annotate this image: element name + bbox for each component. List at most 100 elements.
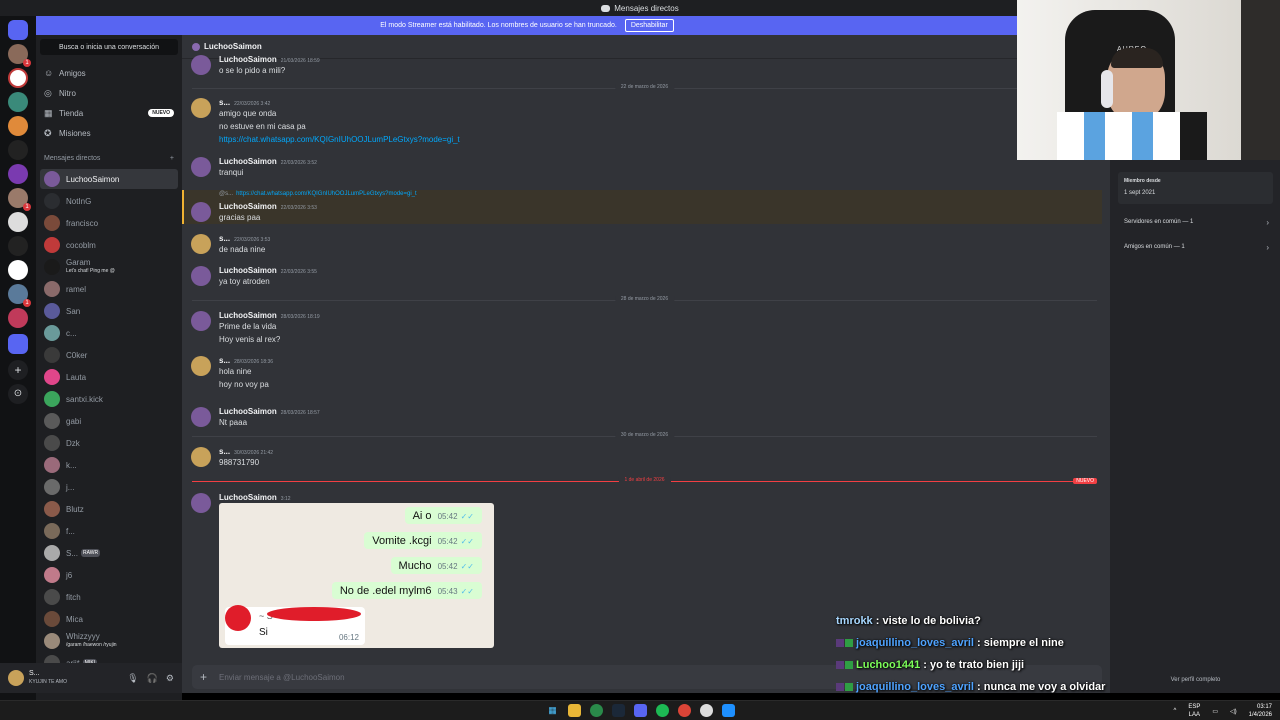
server-icon[interactable]: 1 <box>8 284 31 307</box>
message-author[interactable]: LuchooSaimon 28/03/2026 18:19 <box>219 311 320 320</box>
avatar[interactable] <box>191 493 211 513</box>
message-author[interactable]: s... 28/03/2026 18:36 <box>219 356 273 365</box>
home-dm-button[interactable] <box>8 20 28 40</box>
avatar[interactable] <box>8 670 24 686</box>
message-author[interactable]: s... 30/03/2026 21:42 <box>219 447 273 456</box>
avatar[interactable] <box>191 266 211 286</box>
clock[interactable]: 03:17 1/4/2026 <box>1249 703 1272 719</box>
mutual-friends-row[interactable]: Amigos en común — 1 › <box>1118 237 1273 257</box>
chrome-alt-icon[interactable] <box>678 704 691 717</box>
message-author[interactable]: s... 22/03/2026 3:53 <box>219 234 270 243</box>
dm-item[interactable]: santxi.kick <box>40 389 178 409</box>
dm-item[interactable]: Dzk <box>40 433 178 453</box>
network-icon[interactable]: ▭ <box>1212 708 1218 715</box>
windows-start-icon[interactable]: ▦ <box>546 704 559 717</box>
discover-icon[interactable]: ⊙ <box>8 384 28 404</box>
dm-item[interactable]: Whizzyyy/garam /haewon /ryujin <box>40 631 178 651</box>
server-icon[interactable] <box>8 236 28 256</box>
message-link[interactable]: https://chat.whatsapp.com/KQIGnIUhOOJLum… <box>219 135 460 144</box>
avatar[interactable] <box>191 407 211 427</box>
dm-item[interactable]: Garam Let's chat! Ping me @ <box>40 257 178 277</box>
nav-nitro[interactable]: ◎ Nitro <box>44 85 174 101</box>
dm-item[interactable]: Blutz <box>40 499 178 519</box>
message-author[interactable]: LuchooSaimon 21/03/2026 18:59 <box>219 55 320 64</box>
dm-item[interactable]: j... <box>40 477 178 497</box>
view-full-profile-link[interactable]: Ver perfil completo <box>1118 677 1273 683</box>
server-icon[interactable] <box>8 68 28 88</box>
chrome-icon[interactable] <box>590 704 603 717</box>
nav-friends[interactable]: ☺ Amigos <box>44 65 174 81</box>
dm-item[interactable]: San <box>40 301 178 321</box>
tag-badge: RAWR <box>81 549 101 557</box>
discord-taskbar-icon[interactable] <box>634 704 647 717</box>
headphones-icon[interactable]: 🎧 <box>147 673 158 684</box>
server-icon[interactable] <box>8 334 28 354</box>
dm-item[interactable]: C0ker <box>40 345 178 365</box>
dm-item[interactable]: f... <box>40 521 178 541</box>
avatar[interactable] <box>191 447 211 467</box>
image-attachment[interactable]: Ai o 05:42 ✓✓ Vomite .kcgi 05:42 ✓✓ Mucho 05:… <box>219 503 494 648</box>
avatar[interactable] <box>191 157 211 177</box>
file-explorer-icon[interactable] <box>568 704 581 717</box>
avatar <box>44 567 60 583</box>
dm-item[interactable]: Mica <box>40 609 178 629</box>
server-icon[interactable] <box>8 92 28 112</box>
message-author[interactable]: LuchooSaimon 28/03/2026 18:57 <box>219 407 320 416</box>
message-author[interactable]: LuchooSaimon 22/03/2026 3:53 <box>219 202 317 211</box>
avatar[interactable] <box>191 98 211 118</box>
dm-item[interactable]: fitch <box>40 587 178 607</box>
server-icon[interactable] <box>8 260 28 280</box>
stream-chat-line: joaquillino_loves_avril : nunca me voy a… <box>836 677 1136 697</box>
server-icon[interactable] <box>8 116 28 136</box>
server-icon[interactable] <box>8 164 28 184</box>
avatar[interactable] <box>191 311 211 331</box>
message-author[interactable]: LuchooSaimon 22/03/2026 3:52 <box>219 157 317 166</box>
add-attachment-icon[interactable]: + <box>200 670 207 684</box>
language-indicator[interactable]: ESP LAA <box>1188 703 1200 719</box>
disable-streamer-button[interactable]: Deshabilitar <box>624 19 674 32</box>
microphone-icon[interactable]: 🎙 <box>127 673 138 684</box>
nav-quests[interactable]: ✪ Misiones <box>44 125 174 141</box>
dm-item[interactable]: ramel <box>40 279 178 299</box>
server-icon[interactable]: 1 <box>8 44 31 67</box>
notepad-icon[interactable] <box>722 704 735 717</box>
dm-item[interactable]: LuchooSaimon <box>40 169 178 189</box>
gear-icon[interactable]: ⚙ <box>166 673 174 684</box>
reply-preview[interactable]: @s... https://chat.whatsapp.com/KQIGnIUhO… <box>219 191 417 197</box>
avatar <box>44 611 60 627</box>
avatar[interactable] <box>191 234 211 254</box>
server-icon[interactable] <box>8 212 28 232</box>
message-author[interactable]: s... 22/03/2026 3:42 <box>219 98 270 107</box>
dm-item[interactable]: c... <box>40 323 178 343</box>
avatar[interactable] <box>191 356 211 376</box>
stream-chat-line: joaquillino_loves_avril : siempre el nin… <box>836 633 1136 653</box>
server-icon[interactable] <box>8 308 28 328</box>
mutual-servers-row[interactable]: Servidores en común — 1 › <box>1118 212 1273 232</box>
nav-shop[interactable]: ▦ Tienda NUEVO <box>44 105 174 121</box>
avatar[interactable] <box>191 55 211 75</box>
dm-item[interactable]: cocoblm <box>40 235 178 255</box>
spotify-icon[interactable] <box>656 704 669 717</box>
dm-item[interactable]: k... <box>40 455 178 475</box>
chevron-up-icon[interactable]: ^ <box>1174 708 1177 714</box>
steam-icon[interactable] <box>612 704 625 717</box>
dm-item[interactable]: NotInG <box>40 191 178 211</box>
server-icon[interactable] <box>8 140 28 160</box>
app-icon[interactable] <box>700 704 713 717</box>
server-icon[interactable]: 1 <box>8 188 31 211</box>
dm-item[interactable]: S... RAWR <box>40 543 178 563</box>
dm-item[interactable]: francisco <box>40 213 178 233</box>
avatar[interactable] <box>191 202 211 222</box>
avatar <box>44 545 60 561</box>
avatar <box>44 303 60 319</box>
chat-username: tmrokk <box>836 615 873 627</box>
add-dm-icon[interactable]: + <box>170 155 174 162</box>
message-author[interactable]: LuchooSaimon 3:12 <box>219 493 291 502</box>
message-author[interactable]: LuchooSaimon 22/03/2026 3:55 <box>219 266 317 275</box>
add-server-icon[interactable]: + <box>8 360 28 380</box>
dm-item[interactable]: gabi <box>40 411 178 431</box>
volume-icon[interactable]: ◁) <box>1230 708 1237 715</box>
search-input[interactable]: Busca o inicia una conversación <box>40 39 178 55</box>
dm-item[interactable]: Lauta <box>40 367 178 387</box>
dm-item[interactable]: j6 <box>40 565 178 585</box>
